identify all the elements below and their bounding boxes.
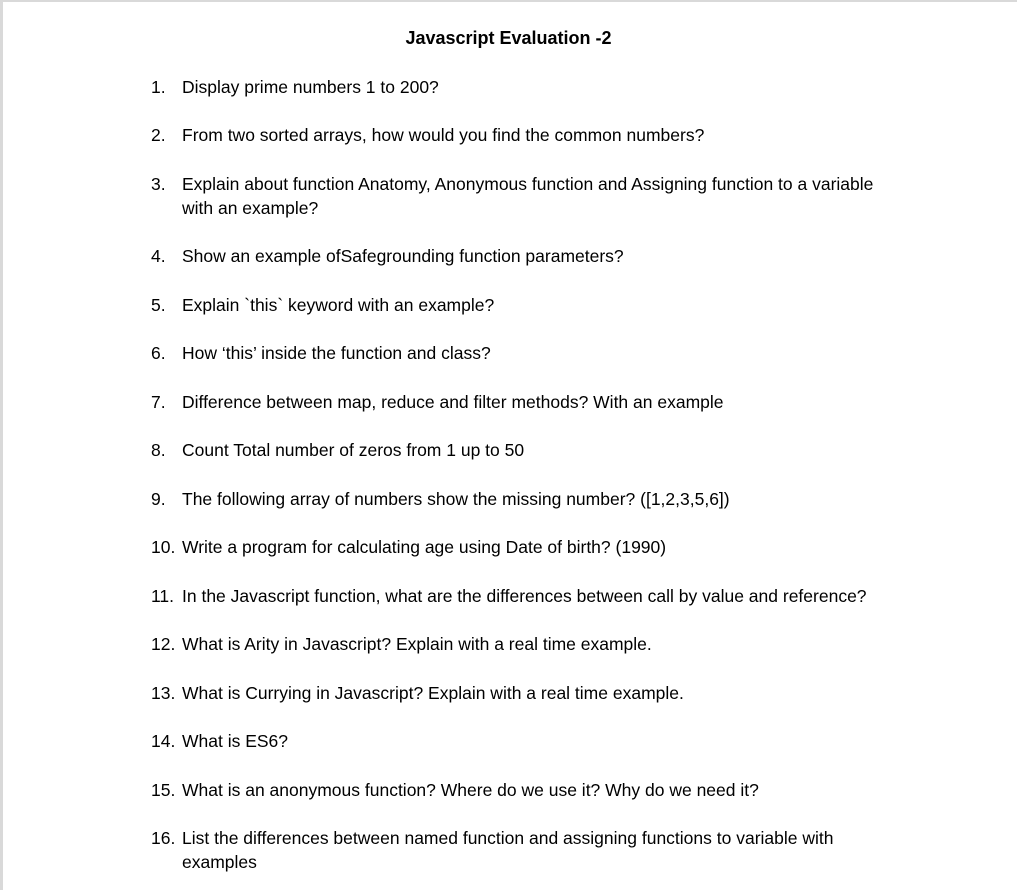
- question-text: List the differences between named funct…: [182, 828, 834, 872]
- question-number: 3.: [151, 174, 166, 194]
- question-text: Explain `this` keyword with an example?: [182, 295, 495, 315]
- question-item: 6. How ‘this’ inside the function and cl…: [151, 341, 911, 365]
- question-text: How ‘this’ inside the function and class…: [182, 343, 491, 363]
- question-item: 5. Explain `this` keyword with an exampl…: [151, 293, 911, 317]
- question-number: 8.: [151, 440, 166, 460]
- question-number: 11.: [151, 586, 175, 606]
- question-item: 14. What is ES6?: [151, 729, 911, 753]
- question-number: 15.: [151, 780, 176, 800]
- question-item: 8. Count Total number of zeros from 1 up…: [151, 438, 911, 462]
- question-number: 16.: [151, 828, 176, 848]
- question-item: 9. The following array of numbers show t…: [151, 487, 911, 511]
- question-number: 5.: [151, 295, 166, 315]
- page-top-border: [0, 0, 1017, 2]
- question-text: Display prime numbers 1 to 200?: [182, 77, 439, 97]
- question-item: 15. What is an anonymous function? Where…: [151, 778, 911, 802]
- question-item: 3. Explain about function Anatomy, Anony…: [151, 172, 911, 220]
- question-item: 1. Display prime numbers 1 to 200?: [151, 75, 911, 99]
- question-text: What is Currying in Javascript? Explain …: [182, 683, 684, 703]
- question-number: 4.: [151, 246, 166, 266]
- question-text: Explain about function Anatomy, Anonymou…: [182, 174, 874, 218]
- question-number: 9.: [151, 489, 166, 509]
- question-text: Show an example ofSafegrounding function…: [182, 246, 624, 266]
- question-text: Difference between map, reduce and filte…: [182, 392, 724, 412]
- question-number: 6.: [151, 343, 166, 363]
- question-item: 12. What is Arity in Javascript? Explain…: [151, 632, 911, 656]
- document-title: Javascript Evaluation -2: [405, 28, 612, 48]
- page-left-border: [0, 0, 3, 890]
- question-text: What is ES6?: [182, 731, 289, 751]
- question-number: 12.: [151, 634, 176, 654]
- question-item: 2. From two sorted arrays, how would you…: [151, 123, 911, 147]
- question-item: 16. List the differences between named f…: [151, 826, 911, 874]
- question-number: 2.: [151, 125, 166, 145]
- question-text: Count Total number of zeros from 1 up to…: [182, 440, 525, 460]
- question-text: What is an anonymous function? Where do …: [182, 780, 759, 800]
- question-item: 10. Write a program for calculating age …: [151, 535, 911, 559]
- question-number: 1.: [151, 77, 166, 97]
- question-text: The following array of numbers show the …: [182, 489, 730, 509]
- question-number: 10.: [151, 537, 176, 557]
- question-number: 14.: [151, 731, 176, 751]
- question-text: From two sorted arrays, how would you fi…: [182, 125, 705, 145]
- question-text: What is Arity in Javascript? Explain wit…: [182, 634, 652, 654]
- question-number: 13.: [151, 683, 176, 703]
- question-number: 7.: [151, 392, 166, 412]
- question-item: 11. In the Javascript function, what are…: [151, 584, 911, 608]
- question-item: 7. Difference between map, reduce and fi…: [151, 390, 911, 414]
- question-text: Write a program for calculating age usin…: [182, 537, 667, 557]
- question-text: In the Javascript function, what are the…: [182, 586, 867, 606]
- question-item: 13. What is Currying in Javascript? Expl…: [151, 681, 911, 705]
- question-item: 4. Show an example ofSafegrounding funct…: [151, 244, 911, 268]
